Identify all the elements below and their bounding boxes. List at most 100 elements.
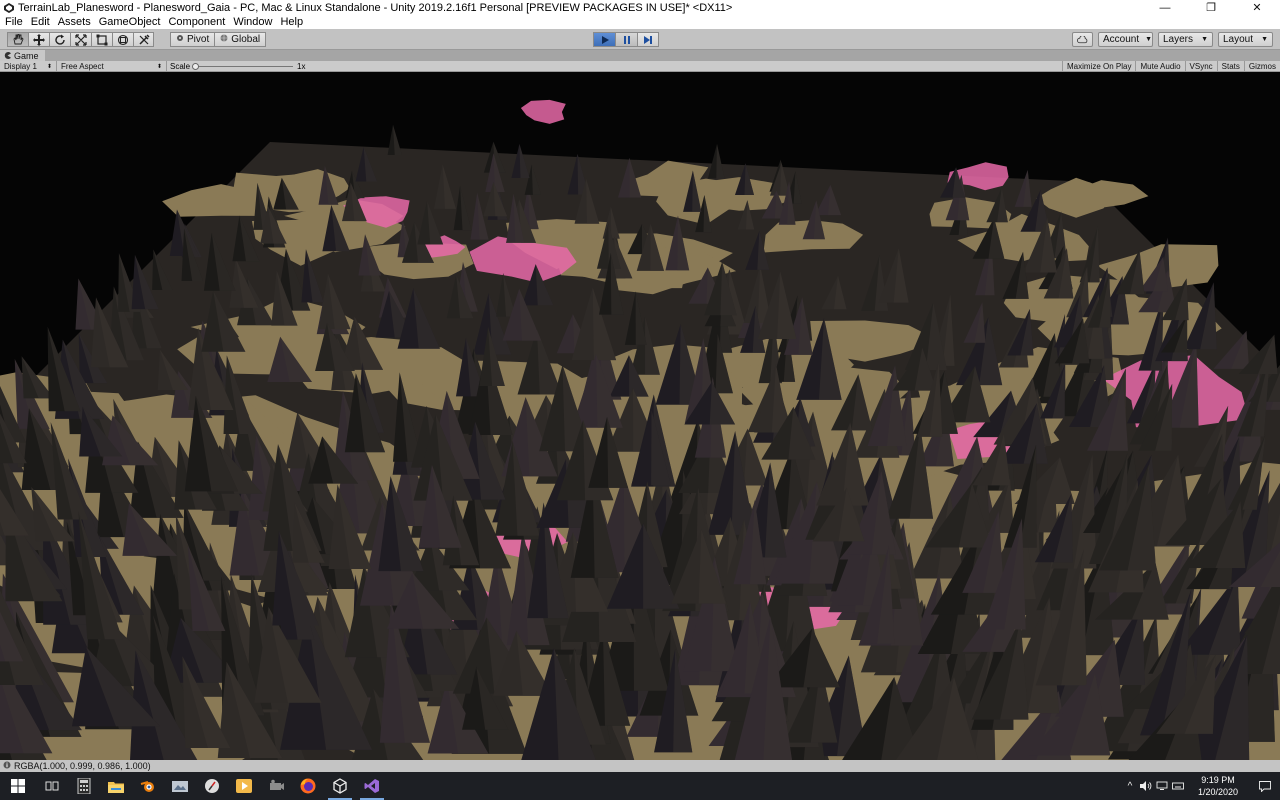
calculator-icon [77,778,91,794]
move-tool-icon[interactable] [28,32,49,47]
pause-button[interactable] [615,32,637,47]
notification-icon [1259,780,1271,792]
layers-dropdown[interactable]: Layers ▼ [1158,32,1213,47]
step-icon [644,35,652,44]
global-toggle[interactable]: Global [215,32,267,47]
windows-taskbar: ^ 9:19 PM 1/20/2020 [0,772,1280,800]
custom-tool-icon[interactable] [133,32,154,47]
volume-icon[interactable] [1138,772,1154,800]
game-view-toolbar: Display 1 ⬍ Free Aspect ⬍ Scale 1x Maxim… [0,61,1280,72]
maximize-button[interactable]: ❐ [1188,0,1234,15]
taskbar-clock[interactable]: 9:19 PM 1/20/2020 [1186,774,1250,798]
compass-icon [205,779,219,793]
transform-tools [7,32,154,47]
keyboard-icon[interactable] [1170,772,1186,800]
status-text: RGBA(1.000, 0.999, 0.986, 1.000) [14,761,151,771]
menu-edit[interactable]: Edit [28,16,55,28]
menu-assets[interactable]: Assets [55,16,96,28]
chevron-updown-icon: ⬍ [46,64,52,70]
taskbar-file-explorer[interactable] [100,772,132,800]
chevron-down-icon: ▼ [1145,36,1153,43]
transform-tool-icon[interactable] [112,32,133,47]
layout-dropdown[interactable]: Layout ▼ [1218,32,1273,47]
game-tab[interactable]: Game [0,50,45,61]
scale-slider-track[interactable] [193,66,293,67]
main-toolbar: Pivot Global Account ▼ Layers ▼ Layout ▼ [0,29,1280,50]
layers-group: Layers ▼ [1158,32,1213,47]
layout-label: Layout [1223,34,1254,45]
taskbar-visual-studio[interactable] [356,772,388,800]
taskbar-unity[interactable] [324,772,356,800]
game-tab-label: Game [14,50,39,61]
cloud-group [1072,32,1093,47]
system-tray: ^ 9:19 PM 1/20/2020 [1122,772,1280,800]
info-icon [3,761,11,771]
firefox-icon [300,778,316,794]
cloud-icon [1077,35,1088,43]
scale-slider-handle[interactable] [192,63,199,70]
menu-window[interactable]: Window [230,16,277,28]
pause-icon [623,35,630,44]
photos-icon [172,781,188,792]
close-button[interactable]: ✕ [1234,0,1280,15]
gizmos-dropdown[interactable]: Gizmos [1243,61,1280,72]
aspect-dropdown[interactable]: Free Aspect ⬍ [57,61,167,72]
rotate-tool-icon[interactable] [49,32,70,47]
unity-app-icon [3,2,14,13]
mute-audio-toggle[interactable]: Mute Audio [1135,61,1184,72]
aspect-label: Free Aspect [61,62,104,71]
start-button[interactable] [0,772,36,800]
hand-tool-icon[interactable] [7,32,28,47]
taskbar-capture[interactable] [260,772,292,800]
account-dropdown[interactable]: Account ▼ [1098,32,1153,47]
display-dropdown[interactable]: Display 1 ⬍ [0,61,57,72]
scale-value: 1x [297,62,306,71]
game-pacman-icon [4,51,11,61]
stats-toggle[interactable]: Stats [1216,61,1244,72]
menu-component[interactable]: Component [165,16,230,28]
chevron-up-icon[interactable]: ^ [1122,772,1138,800]
folder-icon [108,781,124,793]
play-button[interactable] [593,32,615,47]
clock-time: 9:19 PM [1201,775,1235,785]
step-button[interactable] [637,32,659,47]
pivot-toggle[interactable]: Pivot [170,32,216,47]
taskbar-media-player[interactable] [228,772,260,800]
chevron-down-icon: ▼ [1201,36,1208,43]
globe-icon [220,34,228,45]
taskbar-calculator[interactable] [68,772,100,800]
taskbar-clock-app[interactable] [196,772,228,800]
pivot-group: Pivot Global [170,32,267,47]
taskbar-photos[interactable] [164,772,196,800]
game-viewport[interactable] [0,72,1280,760]
cloud-button[interactable] [1072,32,1093,47]
windows-start-icon [11,779,25,793]
scale-tool-icon[interactable] [70,32,91,47]
account-group: Account ▼ [1098,32,1153,47]
layout-group: Layout ▼ [1218,32,1273,47]
menu-help[interactable]: Help [277,16,308,28]
notifications-button[interactable] [1250,780,1280,792]
play-icon [601,35,609,44]
network-icon[interactable] [1154,772,1170,800]
vsync-toggle[interactable]: VSync [1184,61,1217,72]
scale-label: Scale [170,62,191,71]
task-view-button[interactable] [36,772,68,800]
minimize-button[interactable]: — [1142,0,1188,15]
clock-date: 1/20/2020 [1197,787,1239,797]
chevron-updown-icon: ⬍ [156,64,162,70]
pivot-icon [176,34,184,45]
playback-controls [593,32,659,47]
menu-file[interactable]: File [2,16,28,28]
chevron-down-icon: ▼ [1261,36,1268,43]
taskbar-firefox[interactable] [292,772,324,800]
taskbar-blender[interactable] [132,772,164,800]
menu-gameobject[interactable]: GameObject [96,16,166,28]
account-label: Account [1103,34,1140,45]
task-view-icon [45,781,59,791]
display-label: Display 1 [4,62,37,71]
maximize-on-play-toggle[interactable]: Maximize On Play [1062,61,1135,72]
window-title-bar: TerrainLab_Planesword - Planesword_Gaia … [0,0,1280,15]
rect-tool-icon[interactable] [91,32,112,47]
status-bar: RGBA(1.000, 0.999, 0.986, 1.000) [0,760,1280,772]
